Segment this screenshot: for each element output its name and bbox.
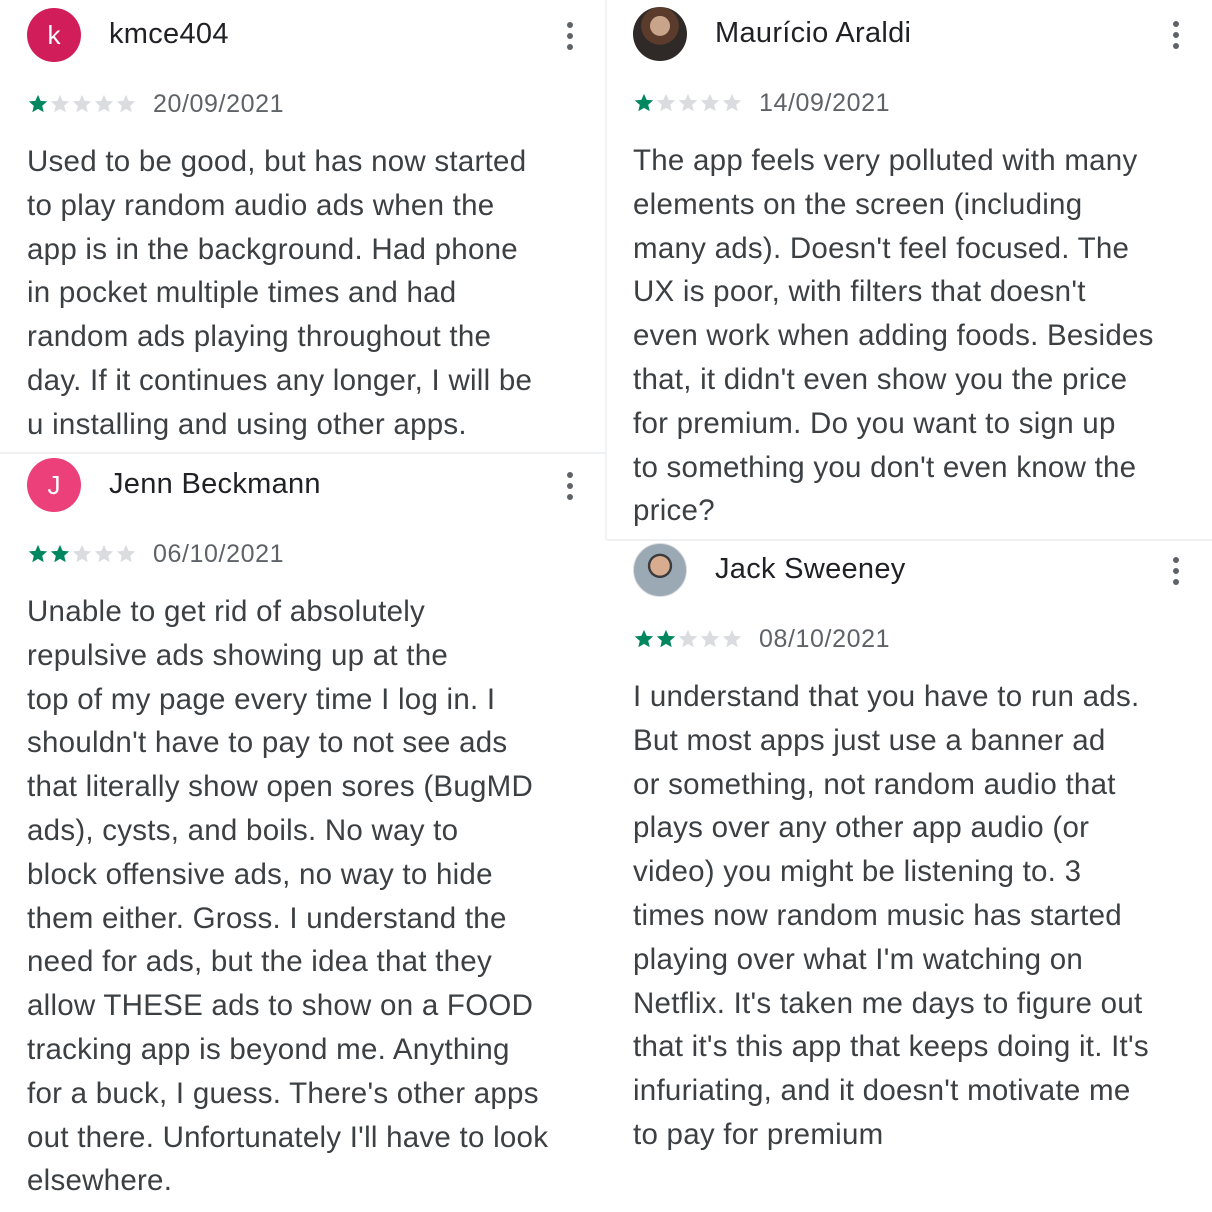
reviewer-name: kmce404 <box>109 18 229 50</box>
more-options-icon[interactable] <box>1163 555 1189 587</box>
star-filled-icon <box>50 544 70 563</box>
avatar[interactable] <box>633 7 687 61</box>
star-empty-icon <box>116 94 136 113</box>
star-rating <box>27 543 137 565</box>
avatar[interactable]: J <box>27 458 81 512</box>
star-empty-icon <box>72 94 92 113</box>
review-text: The app feels very polluted with many el… <box>633 144 1154 528</box>
star-filled-icon <box>28 544 48 563</box>
star-empty-icon <box>50 94 70 113</box>
more-options-icon[interactable] <box>557 20 583 52</box>
reviewer-name: Maurício Araldi <box>715 17 912 49</box>
column-divider <box>605 0 607 540</box>
star-empty-icon <box>700 629 720 648</box>
review-date: 08/10/2021 <box>759 624 891 653</box>
review-text: Used to be good, but has now started to … <box>27 145 533 441</box>
review-meta: 08/10/2021 <box>633 621 1189 657</box>
star-filled-icon <box>28 94 48 113</box>
review-header: Jack Sweeney <box>633 537 1189 597</box>
star-empty-icon <box>678 93 698 112</box>
star-empty-icon <box>116 544 136 563</box>
review-card: Jack Sweeney 08/10/2021 I understand tha… <box>633 537 1189 1157</box>
review-date: 06/10/2021 <box>153 539 285 568</box>
reviewer-name: Jenn Beckmann <box>109 468 321 500</box>
star-empty-icon <box>94 94 114 113</box>
star-empty-icon <box>722 93 742 112</box>
star-filled-icon <box>656 629 676 648</box>
more-options-icon[interactable] <box>1163 19 1189 51</box>
review-date: 14/09/2021 <box>759 88 891 117</box>
star-filled-icon <box>634 629 654 648</box>
star-empty-icon <box>94 544 114 563</box>
star-rating <box>27 93 137 115</box>
more-options-icon[interactable] <box>557 470 583 502</box>
review-header: J Jenn Beckmann <box>27 452 583 512</box>
review-card: k kmce404 20/09/2021 Used to be good, bu… <box>27 2 583 447</box>
star-empty-icon <box>72 544 92 563</box>
avatar[interactable] <box>633 543 687 597</box>
avatar-letter: k <box>47 19 61 50</box>
review-card: Maurício Araldi 14/09/2021 The app feels… <box>633 1 1189 533</box>
star-rating <box>633 92 743 114</box>
review-meta: 20/09/2021 <box>27 86 583 122</box>
avatar[interactable]: k <box>27 8 81 62</box>
star-empty-icon <box>678 629 698 648</box>
review-text: Unable to get rid of absolutely repulsiv… <box>27 595 549 1198</box>
avatar-letter: J <box>47 469 61 500</box>
star-empty-icon <box>722 629 742 648</box>
star-filled-icon <box>634 93 654 112</box>
star-rating <box>633 628 743 650</box>
review-card: J Jenn Beckmann 06/10/2021 Unable to get… <box>27 452 583 1203</box>
review-header: k kmce404 <box>27 2 583 62</box>
star-empty-icon <box>656 93 676 112</box>
review-text: I understand that you have to run ads. B… <box>633 680 1149 1151</box>
star-empty-icon <box>700 93 720 112</box>
reviewer-name: Jack Sweeney <box>715 553 906 585</box>
review-meta: 14/09/2021 <box>633 85 1189 121</box>
review-header: Maurício Araldi <box>633 1 1189 61</box>
reviews-page: k kmce404 20/09/2021 Used to be good, bu… <box>0 0 1212 1212</box>
review-meta: 06/10/2021 <box>27 536 583 572</box>
review-date: 20/09/2021 <box>153 89 285 118</box>
